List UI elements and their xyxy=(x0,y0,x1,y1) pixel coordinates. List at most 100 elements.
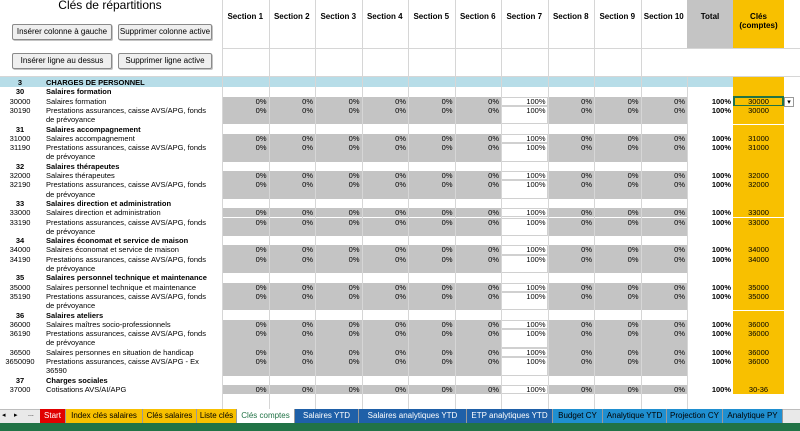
section-percent[interactable]: 0% xyxy=(362,218,406,227)
section-percent[interactable]: 0% xyxy=(222,134,267,143)
section-percent[interactable]: 0% xyxy=(269,106,313,115)
section-percent[interactable]: 0% xyxy=(362,385,406,394)
section-percent[interactable]: 0% xyxy=(594,283,639,292)
section-percent[interactable]: 0% xyxy=(269,320,313,329)
section-percent[interactable]: 0% xyxy=(548,385,592,394)
section-percent[interactable]: 0% xyxy=(641,143,685,152)
insert-column-button[interactable]: Insérer colonne à gauche xyxy=(12,24,112,40)
section-percent[interactable]: 0% xyxy=(408,245,453,254)
section-percent[interactable]: 0% xyxy=(455,255,499,264)
section-percent[interactable]: 0% xyxy=(641,180,685,189)
section-percent[interactable]: 0% xyxy=(362,348,406,357)
section-percent[interactable]: 0% xyxy=(594,329,639,338)
sheet-tab[interactable]: Analytique PY xyxy=(723,409,783,423)
section-percent[interactable]: 0% xyxy=(408,385,453,394)
section-percent[interactable]: 0% xyxy=(594,320,639,329)
insert-row-button[interactable]: Insérer ligne au dessus xyxy=(12,53,112,69)
section-percent[interactable]: 0% xyxy=(455,320,499,329)
section-percent[interactable]: 0% xyxy=(548,245,592,254)
section-percent[interactable]: 0% xyxy=(455,292,499,301)
sheet-tab[interactable]: Start xyxy=(40,409,66,423)
key-value[interactable]: 30000 xyxy=(733,106,784,115)
section-percent[interactable]: 0% xyxy=(269,97,313,106)
section-percent[interactable]: 0% xyxy=(455,245,499,254)
section-percent[interactable]: 0% xyxy=(455,348,499,357)
section-percent[interactable]: 0% xyxy=(315,180,360,189)
section-percent[interactable]: 0% xyxy=(315,357,360,366)
section-percent[interactable]: 0% xyxy=(594,208,639,217)
section-percent[interactable]: 100% xyxy=(501,134,545,143)
section-percent[interactable]: 0% xyxy=(548,320,592,329)
section-percent[interactable]: 0% xyxy=(641,106,685,115)
sheet-tab[interactable]: Liste clés xyxy=(197,409,237,423)
section-percent[interactable]: 0% xyxy=(315,292,360,301)
cell-dropdown-icon[interactable]: ▾ xyxy=(784,97,794,107)
key-value[interactable]: 33000 xyxy=(733,208,784,217)
section-percent[interactable]: 100% xyxy=(501,357,545,366)
key-value[interactable]: 30-36 xyxy=(733,385,784,394)
section-percent[interactable]: 0% xyxy=(548,357,592,366)
section-percent[interactable]: 0% xyxy=(315,106,360,115)
section-percent[interactable]: 0% xyxy=(455,180,499,189)
section-percent[interactable]: 0% xyxy=(594,218,639,227)
section-percent[interactable]: 0% xyxy=(455,171,499,180)
section-percent[interactable]: 0% xyxy=(362,97,406,106)
section-percent[interactable]: 0% xyxy=(222,255,267,264)
section-percent[interactable]: 0% xyxy=(455,329,499,338)
section-percent[interactable]: 0% xyxy=(408,208,453,217)
section-percent[interactable]: 0% xyxy=(315,218,360,227)
section-percent[interactable]: 0% xyxy=(408,329,453,338)
section-percent[interactable]: 0% xyxy=(408,97,453,106)
section-percent[interactable]: 100% xyxy=(501,218,545,227)
sheet-tab[interactable]: Clés comptes xyxy=(237,409,295,423)
section-percent[interactable]: 0% xyxy=(455,283,499,292)
section-percent[interactable]: 0% xyxy=(222,357,267,366)
section-percent[interactable]: 0% xyxy=(641,283,685,292)
section-percent[interactable]: 0% xyxy=(548,283,592,292)
section-percent[interactable]: 0% xyxy=(548,180,592,189)
section-percent[interactable]: 0% xyxy=(315,208,360,217)
section-percent[interactable]: 0% xyxy=(594,97,639,106)
section-percent[interactable]: 0% xyxy=(269,171,313,180)
section-percent[interactable]: 100% xyxy=(501,171,545,180)
section-percent[interactable]: 0% xyxy=(269,218,313,227)
section-percent[interactable]: 0% xyxy=(594,385,639,394)
tab-scroll-left-icon[interactable]: ◂ xyxy=(2,411,6,419)
section-percent[interactable]: 100% xyxy=(501,106,545,115)
section-percent[interactable]: 0% xyxy=(408,283,453,292)
key-value[interactable]: 33000 xyxy=(733,218,784,227)
section-percent[interactable]: 0% xyxy=(362,208,406,217)
section-percent[interactable]: 0% xyxy=(548,329,592,338)
section-percent[interactable]: 0% xyxy=(269,385,313,394)
section-percent[interactable]: 0% xyxy=(408,180,453,189)
section-percent[interactable]: 0% xyxy=(362,171,406,180)
section-percent[interactable]: 0% xyxy=(455,106,499,115)
section-percent[interactable]: 0% xyxy=(269,348,313,357)
section-percent[interactable]: 0% xyxy=(222,143,267,152)
section-percent[interactable]: 0% xyxy=(362,283,406,292)
section-percent[interactable]: 0% xyxy=(269,208,313,217)
section-percent[interactable]: 0% xyxy=(408,292,453,301)
section-percent[interactable]: 0% xyxy=(315,143,360,152)
section-percent[interactable]: 0% xyxy=(455,357,499,366)
section-percent[interactable]: 0% xyxy=(222,106,267,115)
section-percent[interactable]: 0% xyxy=(641,171,685,180)
section-percent[interactable]: 0% xyxy=(455,218,499,227)
sheet-tab[interactable]: Budget CY xyxy=(553,409,603,423)
section-percent[interactable]: 0% xyxy=(269,143,313,152)
section-percent[interactable]: 0% xyxy=(548,255,592,264)
section-percent[interactable]: 0% xyxy=(641,208,685,217)
section-percent[interactable]: 0% xyxy=(455,143,499,152)
section-percent[interactable]: 0% xyxy=(548,348,592,357)
section-percent[interactable]: 0% xyxy=(315,348,360,357)
section-percent[interactable]: 0% xyxy=(362,106,406,115)
section-percent[interactable]: 0% xyxy=(548,218,592,227)
section-percent[interactable]: 0% xyxy=(362,245,406,254)
section-percent[interactable]: 0% xyxy=(315,171,360,180)
section-percent[interactable]: 0% xyxy=(269,245,313,254)
sheet-tab[interactable]: Projection CY xyxy=(667,409,723,423)
delete-column-button[interactable]: Supprimer colonne active xyxy=(118,24,212,40)
section-percent[interactable]: 0% xyxy=(408,357,453,366)
sheet-tab[interactable]: Index clés salaires xyxy=(66,409,143,423)
section-percent[interactable]: 0% xyxy=(269,180,313,189)
